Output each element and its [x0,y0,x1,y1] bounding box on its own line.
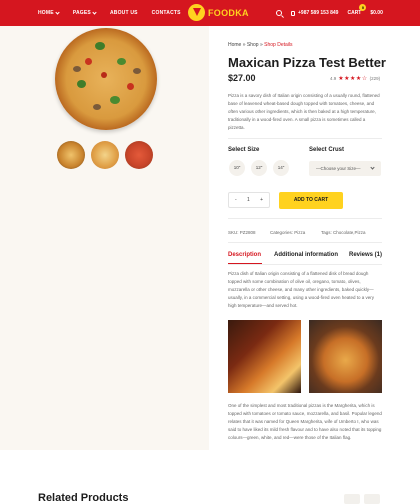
product-gallery [0,26,209,450]
increment-button[interactable]: + [260,197,263,203]
topping-basil [77,80,86,88]
nav-label: HOME [38,10,54,16]
main-product-image [55,28,157,130]
breadcrumb-current: Shop Details [264,42,293,48]
phone-icon [291,10,295,16]
product-tags[interactable]: Tags: Chocolate,Pizza [321,230,366,235]
tab-paragraph-1: Pizza dish of Italian origin consisting … [228,271,374,308]
nav-label: ABOUT US [109,10,138,16]
topping-tomato [101,72,107,78]
breadcrumb: Home » Shop » Shop Details [228,42,293,48]
product-rating: 4.9 ★★★★☆ (229) [330,75,380,82]
nav-item-contacts[interactable]: CONTACTS [152,10,181,16]
phone-link[interactable]: +987 589 153 849 [291,10,338,16]
main-nav: HOME PAGES ABOUT US CONTACTS [38,0,181,26]
quantity-value[interactable]: 1 [247,197,250,203]
related-prev-button[interactable] [344,494,360,504]
description-image-pizza-top [309,320,382,393]
tab-description[interactable]: Description [228,252,261,258]
logo-icon [188,4,205,21]
size-label: Select Size [228,147,260,153]
nav-item-about[interactable]: ABOUT US [110,10,138,16]
chevron-down-icon [92,9,97,15]
topping-mushroom [73,66,81,72]
crust-select[interactable]: —Choose your Size— [309,161,381,176]
related-products-title: Related Products [38,492,129,504]
topping-basil [117,58,126,65]
header-actions: +987 589 153 849 CART 0 $0.00 [276,0,383,26]
header-bar: HOME PAGES ABOUT US CONTACTS FOODKA +987… [0,0,420,26]
breadcrumb-shop[interactable]: Shop [247,42,259,48]
product-price: $27.00 [228,73,256,83]
topping-mushroom [133,68,141,74]
product-categories[interactable]: Categories: Pizza [270,230,305,235]
size-option-12[interactable]: 12" [251,160,267,176]
topping-basil [110,96,120,104]
thumbnail-image[interactable] [57,141,85,169]
thumbnail-image[interactable] [91,141,119,169]
cart-label: CART [347,10,362,16]
tab-reviews[interactable]: Reviews (1) [349,252,382,258]
divider [228,242,382,243]
topping-tomato [127,83,134,90]
size-option-14[interactable]: 14" [273,160,289,176]
site-logo[interactable]: FOODKA [188,4,249,21]
cart-count-badge: 0 [359,4,367,11]
related-next-button[interactable] [364,494,380,504]
cart-total: $0.00 [370,10,383,16]
star-rating-icons: ★★★★☆ [338,76,368,82]
chevron-down-icon [370,165,375,170]
breadcrumb-separator: » [259,42,263,48]
divider [228,264,382,265]
topping-basil [95,42,105,50]
thumbnail-image[interactable] [125,141,153,169]
topping-tomato [85,58,92,65]
topping-mushroom [93,104,101,110]
tab-additional-info[interactable]: Additional information [274,252,338,258]
quantity-stepper: - 1 + [228,192,270,208]
nav-item-home[interactable]: HOME [38,9,60,16]
tab-paragraph-2: One of the simplest and most traditional… [228,403,382,440]
rating-value: 4.9 [330,76,337,81]
chevron-down-icon [55,9,60,15]
size-option-10[interactable]: 10" [229,160,245,176]
decrement-button[interactable]: - [235,197,237,203]
crust-label: Select Crust [309,147,345,153]
add-to-cart-button[interactable]: ADD TO CART [279,192,343,209]
search-icon[interactable] [276,10,282,16]
divider [228,138,382,139]
divider [228,218,382,219]
product-title: Maxican Pizza Test Better [228,55,386,70]
nav-item-pages[interactable]: PAGES [72,9,97,16]
crust-select-value: —Choose your Size— [316,166,361,171]
phone-number: +987 589 153 849 [298,10,339,16]
nav-label: PAGES [72,10,91,16]
description-image-pizza-slice [228,320,301,393]
review-count[interactable]: (229) [370,76,381,81]
product-sku: SKU: PZ2808 [228,230,256,235]
nav-label: CONTACTS [151,10,181,16]
breadcrumb-separator: » [242,42,246,48]
cart-link[interactable]: CART 0 [347,4,367,16]
product-description: Pizza is a savory dish of Italian origin… [228,93,380,130]
logo-text: FOODKA [208,7,249,18]
breadcrumb-home[interactable]: Home [228,42,241,48]
